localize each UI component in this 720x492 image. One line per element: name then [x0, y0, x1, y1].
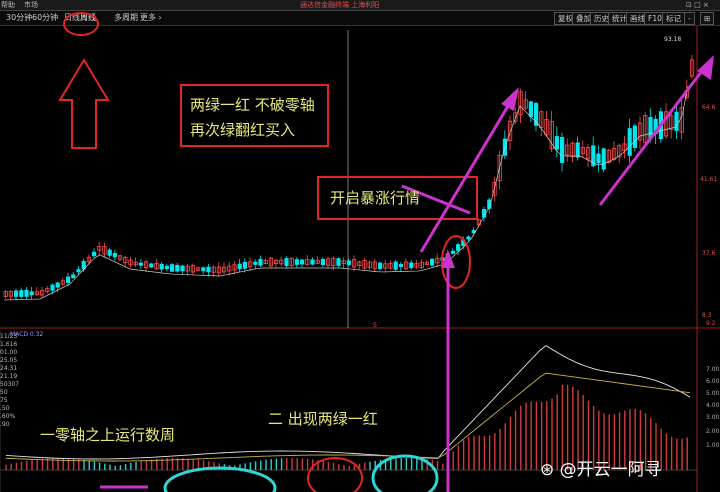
macd-cyan-circle-left: [163, 466, 277, 492]
price-tick-2: 41.61: [700, 176, 718, 183]
macd-tick-6: 2.00: [706, 428, 720, 435]
candle-body: [429, 258, 435, 266]
macd-red-circle: [307, 457, 363, 492]
candle-body: [253, 261, 258, 265]
annotation-text-two-green-line2: 再次绿翻红买入: [190, 121, 296, 139]
price-high-marker: 93.18: [664, 36, 682, 43]
candle-body: [346, 260, 352, 265]
candle-body: [112, 253, 117, 258]
candle-body: [455, 244, 461, 251]
candle-body: [294, 259, 300, 265]
macd-indicator-label: MACD 0.32: [10, 331, 44, 338]
candle-body: [320, 258, 326, 266]
macd-tick-5: 3.00: [706, 414, 720, 421]
candle-body: [180, 265, 185, 272]
candle-body: [175, 264, 180, 272]
candle-body: [601, 148, 606, 170]
candle-body: [393, 261, 398, 270]
candle-body: [284, 258, 289, 266]
candle-body: [554, 136, 560, 150]
candle-body: [164, 265, 169, 269]
candle-body: [242, 262, 247, 269]
candle-body: [107, 249, 112, 256]
candle-body: [19, 290, 24, 297]
candle-body: [24, 290, 29, 297]
annotation-text-two-green-one-red: 二 出现两绿一红: [268, 410, 378, 428]
period-circle-annotation: [63, 12, 99, 36]
candle-body: [92, 251, 97, 257]
candle-body: [71, 274, 76, 279]
candle-body: [377, 262, 383, 270]
left-value-12: .90: [0, 421, 10, 428]
macd-tick-2: 6.00: [706, 378, 720, 385]
price-tick-3: 37.6: [702, 250, 716, 257]
candle-body: [450, 250, 456, 254]
candle-body: [50, 284, 55, 291]
left-value-11: .60%: [0, 413, 16, 420]
candle-body: [627, 128, 632, 156]
candle-body: [398, 263, 404, 268]
candle-body: [575, 142, 580, 158]
candle-body: [76, 269, 81, 273]
candle-body: [149, 263, 154, 268]
candle-body: [336, 258, 341, 266]
candle-body: [466, 236, 471, 240]
macd-tick-7: 1.00: [706, 442, 720, 449]
watermark: ⊛ @开云一阿寻: [540, 460, 662, 480]
macd-tick-1: 7.00: [706, 366, 720, 373]
candle-body: [237, 263, 242, 270]
annotation-text-zero-axis: 一零轴之上运行数周: [40, 426, 176, 444]
candle-body: [55, 282, 60, 288]
macd-tick-4: 4.00: [706, 402, 720, 409]
crosshair-marker-s: S: [373, 322, 377, 329]
candle-body: [596, 153, 601, 164]
macd-tick-3: 5.00: [706, 390, 720, 397]
price-low-label: 9.2: [706, 320, 716, 327]
price-tick-1: 64.6: [702, 104, 716, 111]
candle-body: [560, 137, 565, 163]
left-value-7: 50307: [0, 381, 20, 388]
arrow-surge-upper: [419, 87, 519, 253]
candle-body: [159, 263, 164, 270]
left-value-9: 75: [0, 397, 8, 404]
left-value-10: .50: [0, 405, 10, 412]
candle-body: [409, 262, 414, 269]
candle-body: [632, 125, 638, 148]
left-value-3: 01.00: [0, 349, 18, 356]
candle-body: [29, 291, 34, 296]
candle-body: [169, 264, 175, 272]
left-value-8: 50: [0, 389, 8, 396]
candle-body: [299, 259, 305, 265]
candle-body: [13, 290, 19, 297]
candle-body: [66, 276, 71, 284]
candle-body: [310, 259, 315, 265]
candle-body: [674, 111, 679, 131]
up-arrow-icon: [58, 58, 110, 149]
candle-body: [138, 262, 143, 266]
annotation-text-two-green-line1: 两绿一红 不破零轴: [190, 96, 315, 114]
left-value-2: 1.616: [0, 341, 18, 348]
candle-body: [258, 258, 263, 266]
candle-body: [528, 101, 534, 117]
left-value-5: 24.31: [0, 365, 18, 372]
candle-body: [206, 266, 211, 273]
left-value-4: 25.05: [0, 357, 18, 364]
annotation-text-surge: 开启暴涨行情: [330, 189, 421, 207]
macd-cyan-circle-right: [371, 454, 439, 492]
candle-body: [201, 267, 206, 272]
left-value-6: 21.19: [0, 373, 18, 380]
price-tick-4: 8.3: [702, 312, 712, 319]
